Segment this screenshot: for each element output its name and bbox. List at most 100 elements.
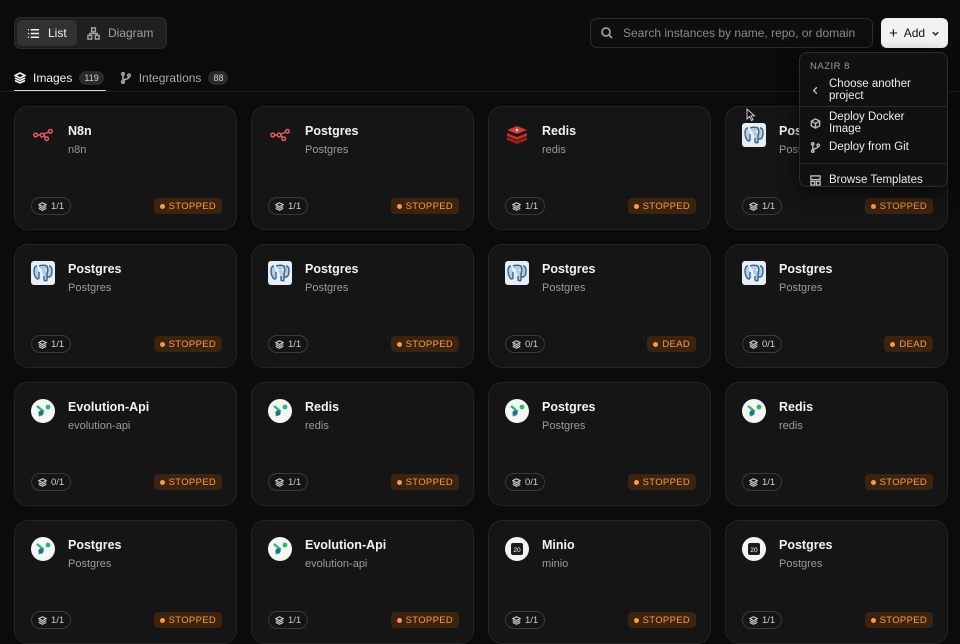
menu-divider	[800, 163, 947, 164]
instance-name: Postgres	[68, 538, 122, 552]
evolution-icon	[31, 399, 55, 423]
status-dot	[633, 617, 639, 623]
replica-count: 0/1	[51, 476, 65, 488]
replica-badge: 0/1	[505, 473, 546, 491]
replica-badge: 1/1	[31, 611, 72, 629]
instance-source: Postgres	[542, 282, 586, 294]
replica-badge: 0/1	[742, 335, 783, 353]
postgres-icon	[742, 123, 766, 147]
status-dot	[653, 341, 659, 347]
add-dropdown-menu: NAZIR 8 Choose another project Deploy Do…	[799, 52, 948, 187]
instance-name: Minio	[542, 538, 575, 552]
instance-card[interactable]: Evolution-Api evolution-api 1/1 STOPPED	[251, 520, 474, 644]
instance-card[interactable]: Redis redis 1/1 STOPPED	[725, 382, 948, 506]
add-button[interactable]: + Add	[881, 18, 948, 48]
tab-integrations-count: 88	[208, 71, 229, 85]
status-text: STOPPED	[168, 476, 216, 488]
status-text: STOPPED	[642, 200, 690, 212]
choose-project-item[interactable]: Choose another project	[800, 78, 947, 102]
status-text: STOPPED	[879, 200, 927, 212]
status-text: STOPPED	[168, 614, 216, 626]
svg-text:20: 20	[513, 547, 521, 554]
diagram-view-button[interactable]: Diagram	[77, 20, 163, 46]
diagram-icon	[87, 26, 100, 40]
instance-name: Postgres	[779, 262, 833, 276]
deploy-docker-item[interactable]: Deploy Docker Image	[800, 111, 947, 135]
deploy-git-item[interactable]: Deploy from Git	[800, 135, 947, 159]
search-icon	[601, 27, 613, 39]
instance-card[interactable]: Postgres Postgres 1/1 STOPPED	[251, 106, 474, 230]
tab-images-count: 119	[79, 71, 104, 85]
status-badge: STOPPED	[864, 612, 933, 628]
layers-icon	[512, 615, 521, 625]
instance-card[interactable]: Postgres Postgres 1/1 STOPPED	[14, 244, 237, 368]
replica-count: 0/1	[525, 338, 539, 350]
status-badge: STOPPED	[153, 198, 222, 214]
status-dot	[396, 203, 402, 209]
replica-badge: 1/1	[268, 335, 309, 353]
instance-card[interactable]: Postgres Postgres 0/1 DEAD	[488, 244, 711, 368]
status-dot	[159, 479, 165, 485]
status-dot	[396, 341, 402, 347]
instance-card[interactable]: Redis redis 1/1 STOPPED	[488, 106, 711, 230]
replica-count: 1/1	[288, 614, 302, 626]
replica-badge: 1/1	[505, 197, 546, 215]
replica-count: 1/1	[762, 476, 776, 488]
instance-source: Postgres	[779, 558, 823, 570]
svg-text:20: 20	[750, 547, 758, 554]
browse-templates-item[interactable]: Browse Templates	[800, 168, 947, 192]
instance-card[interactable]: Postgres Postgres 0/1 DEAD	[725, 244, 948, 368]
layers-icon	[275, 201, 284, 211]
status-text: STOPPED	[642, 476, 690, 488]
instance-card[interactable]: Evolution-Api evolution-api 0/1 STOPPED	[14, 382, 237, 506]
replica-count: 1/1	[51, 200, 65, 212]
status-badge: STOPPED	[390, 198, 459, 214]
status-dot	[870, 617, 876, 623]
evolution-icon	[31, 537, 55, 561]
status-badge: STOPPED	[864, 198, 933, 214]
status-dot	[633, 479, 639, 485]
status-dot	[159, 341, 165, 347]
top-bar: List Diagram + Add	[0, 0, 960, 60]
instance-source: Postgres	[305, 144, 349, 156]
instance-source: n8n	[68, 144, 87, 156]
instance-name: Evolution-Api	[68, 400, 150, 414]
postgres-icon	[505, 261, 529, 285]
list-view-button[interactable]: List	[17, 20, 77, 46]
instance-card[interactable]: Postgres Postgres 0/1 STOPPED	[488, 382, 711, 506]
replica-badge: 1/1	[742, 197, 783, 215]
template-icon	[810, 174, 821, 186]
replica-count: 0/1	[762, 338, 776, 350]
instance-card[interactable]: Redis redis 1/1 STOPPED	[251, 382, 474, 506]
search-input[interactable]	[623, 26, 862, 40]
instance-card[interactable]: 20 Minio minio 1/1 STOPPED	[488, 520, 711, 644]
postgres-icon	[742, 261, 766, 285]
layers-icon	[275, 339, 284, 349]
status-dot	[159, 617, 165, 623]
mouse-cursor-icon	[746, 108, 756, 122]
status-dot	[396, 479, 402, 485]
instance-card[interactable]: 20 Postgres Postgres 1/1 STOPPED	[725, 520, 948, 644]
tab-images[interactable]: Images 119	[14, 66, 106, 92]
choose-project-label: Choose another project	[829, 78, 911, 102]
instance-name: Postgres	[305, 124, 359, 138]
instance-card[interactable]: Postgres Postgres 1/1 STOPPED	[251, 244, 474, 368]
layers-icon	[275, 615, 284, 625]
evolution-icon	[742, 399, 766, 423]
instance-card[interactable]: N8n n8n 1/1 STOPPED	[14, 106, 237, 230]
layers-icon	[512, 339, 521, 349]
instance-card[interactable]: Postgres Postgres 1/1 STOPPED	[14, 520, 237, 644]
replica-count: 1/1	[762, 614, 776, 626]
diagram-view-label: Diagram	[108, 26, 154, 40]
replica-badge: 1/1	[742, 611, 783, 629]
status-dot	[633, 203, 639, 209]
instance-name: Evolution-Api	[305, 538, 387, 552]
status-text: DEAD	[899, 338, 927, 350]
tab-integrations[interactable]: Integrations 88	[120, 66, 229, 90]
postgres-icon	[268, 261, 292, 285]
instance-name: Postgres	[779, 538, 833, 552]
replica-badge: 0/1	[505, 335, 546, 353]
instance-name: Redis	[542, 124, 577, 138]
status-text: DEAD	[662, 338, 690, 350]
layers-icon	[14, 72, 26, 84]
